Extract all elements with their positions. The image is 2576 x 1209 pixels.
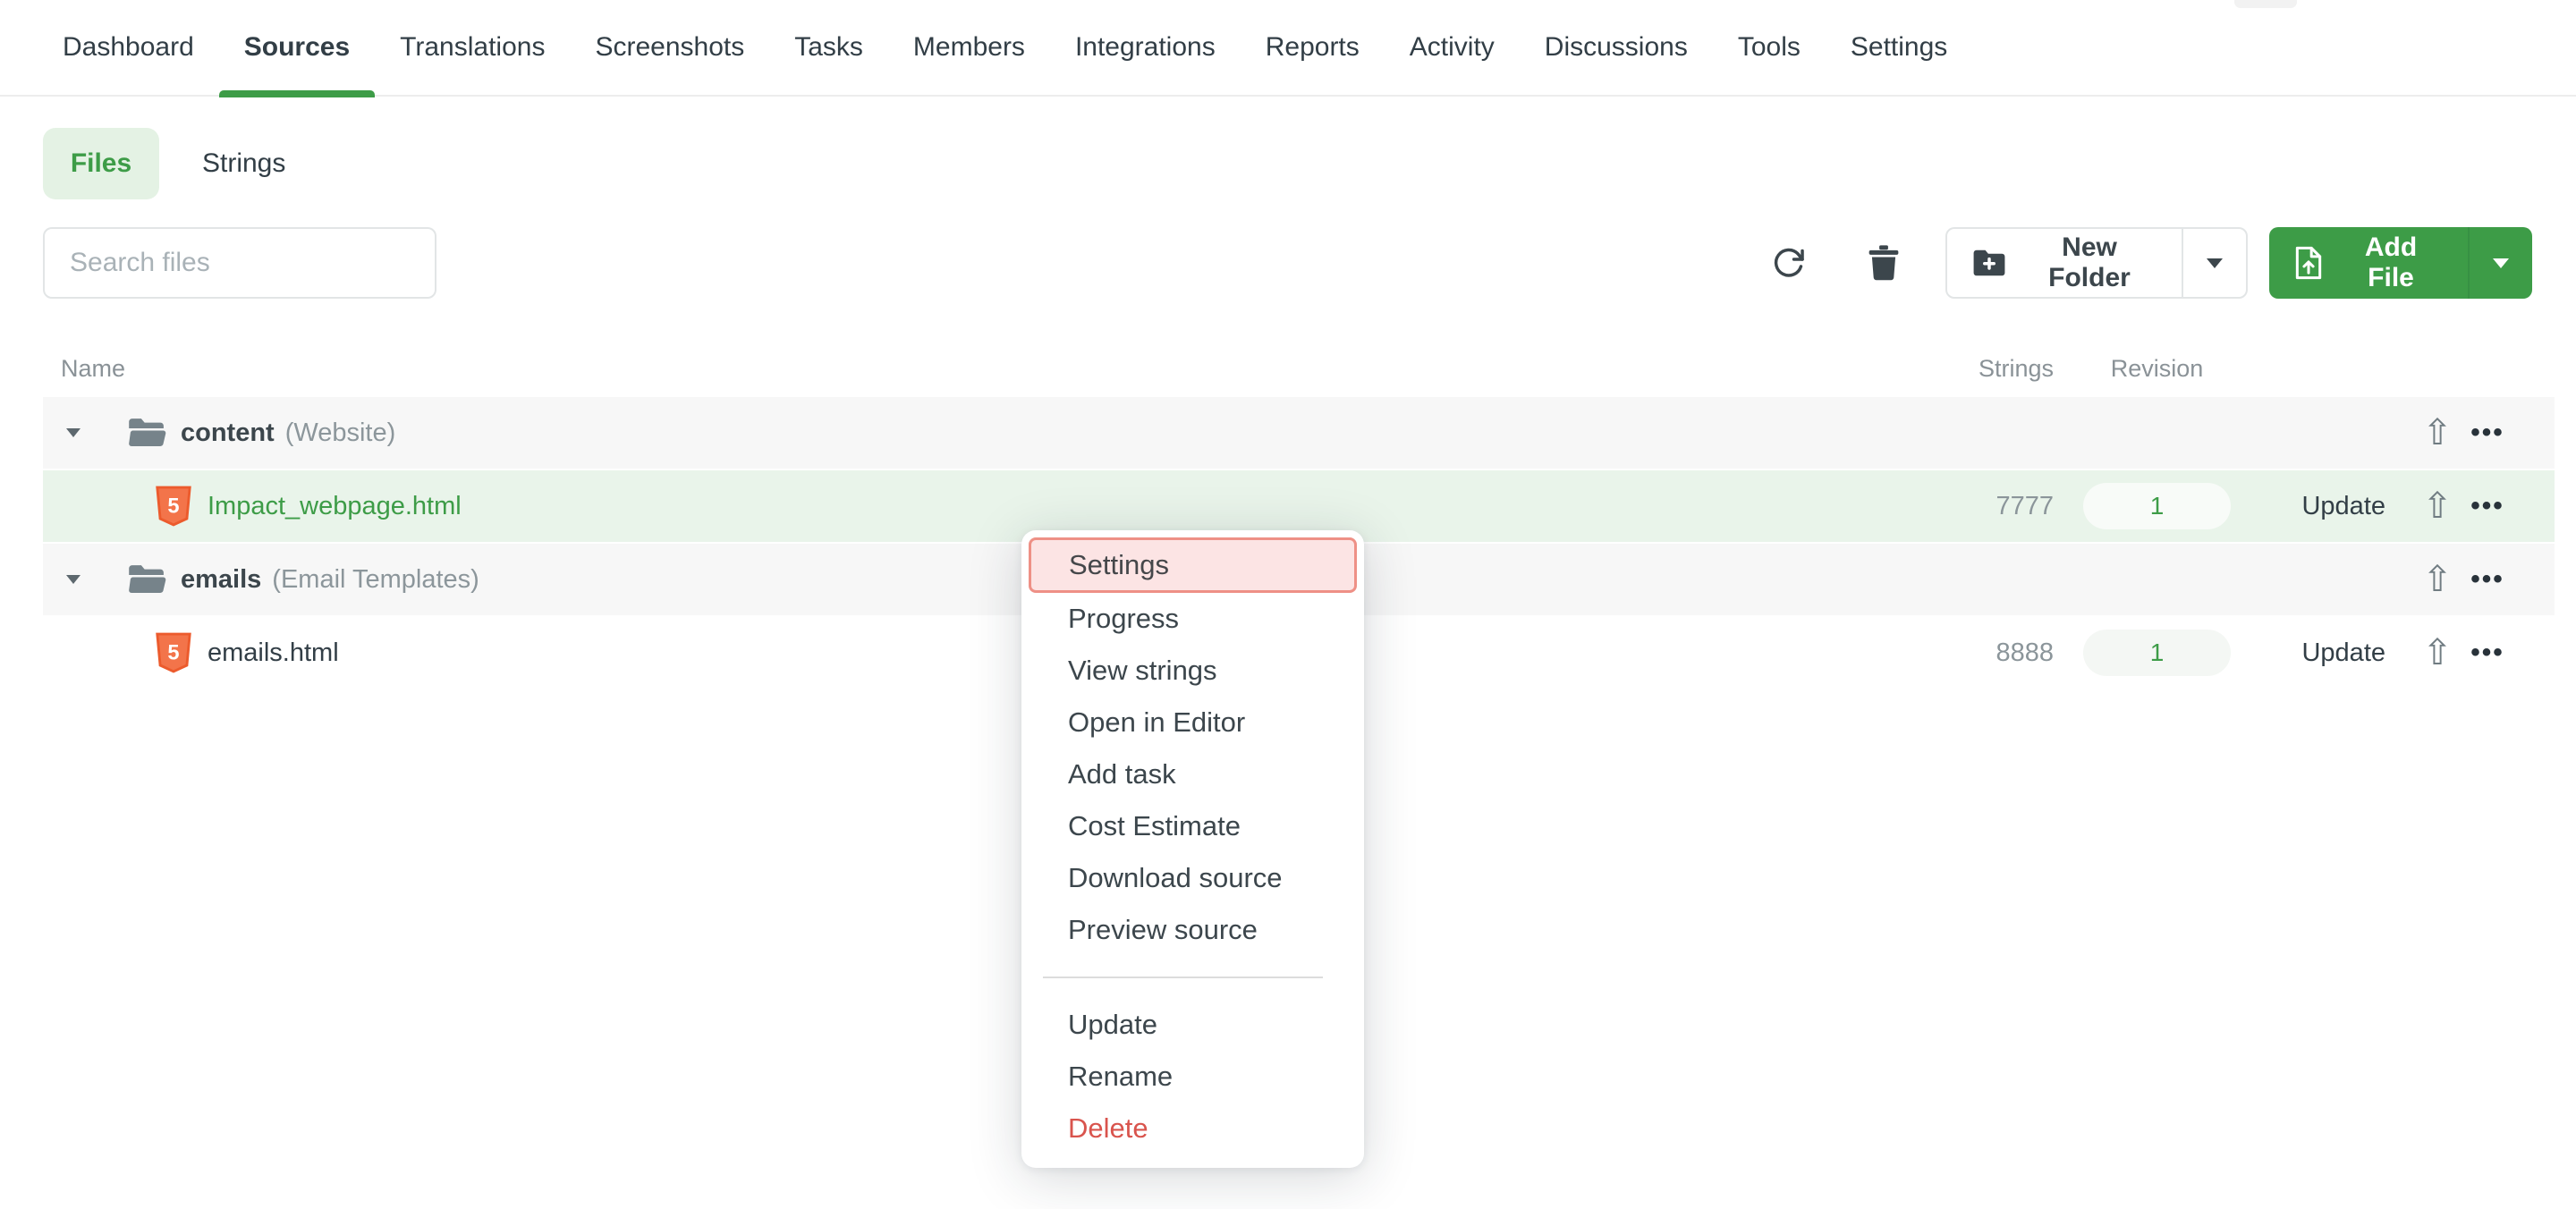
column-header-name: Name bbox=[61, 355, 1902, 383]
menu-item-open-in-editor[interactable]: Open in Editor bbox=[1021, 697, 1364, 748]
folder-plus-icon bbox=[1972, 249, 2006, 277]
tab-strings[interactable]: Strings bbox=[202, 128, 285, 199]
refresh-button[interactable] bbox=[1767, 241, 1810, 284]
new-folder-split-button: New Folder bbox=[1945, 227, 2248, 299]
add-file-label: Add File bbox=[2339, 232, 2443, 293]
menu-item-cost-estimate[interactable]: Cost Estimate bbox=[1021, 800, 1364, 852]
nav-item-settings[interactable]: Settings bbox=[1851, 0, 1947, 96]
folder-note: (Website) bbox=[285, 418, 396, 448]
more-actions-button[interactable]: ••• bbox=[2466, 491, 2509, 521]
nav-item-reports[interactable]: Reports bbox=[1266, 0, 1360, 96]
html5-file-icon: 5 bbox=[156, 632, 193, 673]
tab-files[interactable]: Files bbox=[43, 128, 159, 199]
menu-item-view-strings[interactable]: View strings bbox=[1021, 645, 1364, 697]
menu-item-add-task[interactable]: Add task bbox=[1021, 748, 1364, 800]
revision-badge[interactable]: 1 bbox=[2083, 630, 2231, 676]
folder-name[interactable]: emails bbox=[181, 565, 261, 595]
file-name[interactable]: Impact_webpage.html bbox=[208, 492, 462, 521]
nav-item-members[interactable]: Members bbox=[913, 0, 1025, 96]
more-actions-button[interactable]: ••• bbox=[2466, 564, 2509, 595]
upload-translations-icon[interactable]: ⇧ bbox=[2416, 488, 2459, 524]
nav-item-activity[interactable]: Activity bbox=[1410, 0, 1495, 96]
delete-selected-button[interactable] bbox=[1862, 241, 1905, 284]
menu-item-progress[interactable]: Progress bbox=[1021, 593, 1364, 645]
column-header-revision: Revision bbox=[2083, 355, 2231, 383]
menu-item-download-source[interactable]: Download source bbox=[1021, 852, 1364, 904]
update-link[interactable]: Update bbox=[2231, 638, 2385, 668]
collapse-folder-button[interactable] bbox=[66, 428, 89, 437]
nav-item-screenshots[interactable]: Screenshots bbox=[595, 0, 744, 96]
add-file-split-button: Add File bbox=[2269, 227, 2532, 299]
folder-icon bbox=[127, 417, 166, 449]
files-toolbar: New Folder Add File bbox=[0, 227, 2576, 299]
menu-item-preview-source[interactable]: Preview source bbox=[1021, 904, 1364, 956]
nav-item-translations[interactable]: Translations bbox=[400, 0, 545, 96]
toolbar-actions: New Folder Add File bbox=[1767, 227, 2532, 299]
upload-translations-icon[interactable]: ⇧ bbox=[2416, 635, 2459, 671]
chevron-down-icon bbox=[2207, 258, 2223, 268]
file-context-menu: Settings Progress View strings Open in E… bbox=[1021, 530, 1364, 1168]
add-file-button[interactable]: Add File bbox=[2269, 227, 2468, 299]
svg-text:5: 5 bbox=[167, 641, 179, 664]
nav-item-integrations[interactable]: Integrations bbox=[1075, 0, 1216, 96]
refresh-icon bbox=[1772, 246, 1806, 280]
new-folder-button[interactable]: New Folder bbox=[1947, 229, 2182, 297]
strings-count: 7777 bbox=[1902, 492, 2054, 521]
menu-divider bbox=[1043, 976, 1323, 978]
top-edge-popover-remnant bbox=[2234, 0, 2297, 8]
nav-item-sources[interactable]: Sources bbox=[244, 0, 350, 96]
strings-count: 8888 bbox=[1902, 638, 2054, 668]
nav-item-tasks[interactable]: Tasks bbox=[794, 0, 863, 96]
new-folder-label: New Folder bbox=[2022, 232, 2157, 293]
nav-item-discussions[interactable]: Discussions bbox=[1545, 0, 1688, 96]
nav-item-tools[interactable]: Tools bbox=[1738, 0, 1801, 96]
update-link[interactable]: Update bbox=[2231, 492, 2385, 521]
add-file-dropdown-button[interactable] bbox=[2468, 227, 2532, 299]
column-header-strings: Strings bbox=[1902, 355, 2054, 383]
main-nav: Dashboard Sources Translations Screensho… bbox=[0, 0, 2576, 97]
menu-item-rename[interactable]: Rename bbox=[1021, 1051, 1364, 1103]
upload-translations-icon[interactable]: ⇧ bbox=[2416, 562, 2459, 597]
caret-down-icon bbox=[66, 575, 80, 584]
menu-item-delete[interactable]: Delete bbox=[1021, 1103, 1364, 1154]
chevron-down-icon bbox=[2493, 258, 2509, 268]
collapse-folder-button[interactable] bbox=[66, 575, 89, 584]
trash-icon bbox=[1868, 245, 1900, 281]
table-row-folder-content[interactable]: content (Website) ⇧ ••• bbox=[43, 397, 2555, 469]
table-header: Name Strings Revision bbox=[43, 340, 2555, 397]
search-input[interactable] bbox=[43, 227, 436, 299]
menu-item-update[interactable]: Update bbox=[1021, 999, 1364, 1051]
more-actions-button[interactable]: ••• bbox=[2466, 638, 2509, 668]
file-upload-icon bbox=[2294, 246, 2323, 280]
folder-name[interactable]: content bbox=[181, 418, 275, 448]
menu-item-settings[interactable]: Settings bbox=[1029, 537, 1357, 593]
nav-item-dashboard[interactable]: Dashboard bbox=[63, 0, 194, 96]
folder-icon bbox=[127, 563, 166, 596]
revision-badge[interactable]: 1 bbox=[2083, 483, 2231, 529]
sources-subtabs: Files Strings bbox=[43, 128, 2576, 199]
caret-down-icon bbox=[66, 428, 80, 437]
upload-translations-icon[interactable]: ⇧ bbox=[2416, 415, 2459, 451]
file-name[interactable]: emails.html bbox=[208, 638, 339, 668]
folder-note: (Email Templates) bbox=[272, 565, 479, 595]
svg-text:5: 5 bbox=[167, 495, 179, 518]
new-folder-dropdown-button[interactable] bbox=[2182, 229, 2246, 297]
html5-file-icon: 5 bbox=[156, 486, 193, 527]
more-actions-button[interactable]: ••• bbox=[2466, 418, 2509, 448]
